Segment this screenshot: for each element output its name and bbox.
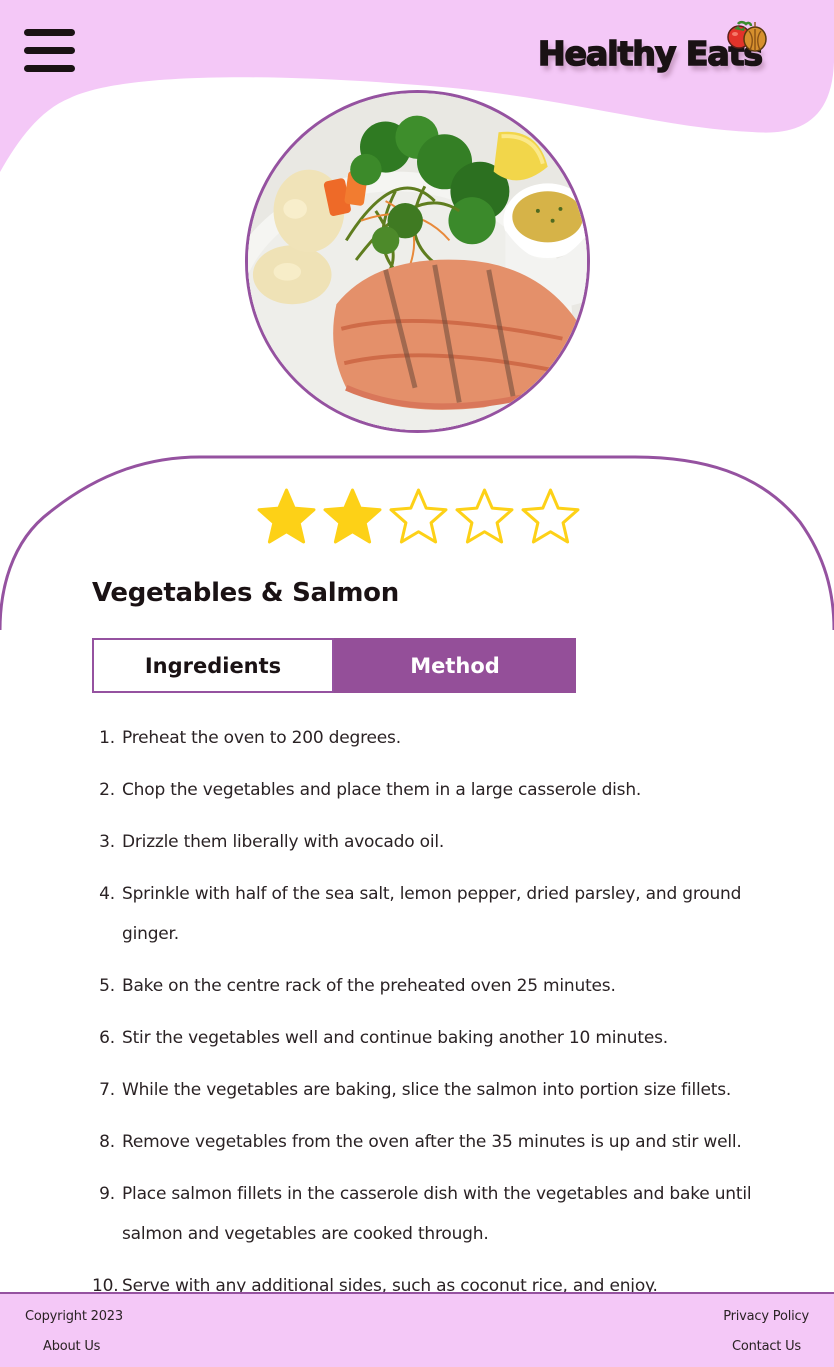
step-text: Bake on the centre rack of the preheated… (122, 976, 616, 996)
method-step: 7. While the vegetables are baking, slic… (92, 1070, 792, 1110)
step-text: While the vegetables are baking, slice t… (122, 1080, 732, 1100)
step-number: 4. (99, 884, 115, 904)
star-filled-icon[interactable] (256, 487, 317, 546)
step-text: Stir the vegetables well and continue ba… (122, 1028, 668, 1048)
star-filled-icon[interactable] (322, 487, 383, 546)
star-empty-icon[interactable] (388, 487, 449, 546)
star-empty-icon[interactable] (454, 487, 515, 546)
step-number: 2. (99, 780, 115, 800)
method-step: 5. Bake on the centre rack of the prehea… (92, 966, 792, 1006)
tab-method[interactable]: Method (334, 638, 576, 693)
step-text: Drizzle them liberally with avocado oil. (122, 832, 445, 852)
vegetables-icon (727, 20, 767, 52)
step-text: Chop the vegetables and place them in a … (122, 780, 642, 800)
step-number: 5. (99, 976, 115, 996)
step-text: Remove vegetables from the oven after th… (122, 1132, 742, 1152)
step-number: 3. (99, 832, 115, 852)
recipe-title: Vegetables & Salmon (92, 578, 399, 608)
copyright-text: Copyright 2023 (25, 1309, 123, 1324)
method-step: 6. Stir the vegetables well and continue… (92, 1018, 792, 1058)
privacy-policy-link[interactable]: Privacy Policy (723, 1309, 809, 1324)
recipe-tabs: Ingredients Method (92, 638, 576, 693)
method-step: 4. Sprinkle with half of the sea salt, l… (92, 874, 792, 954)
step-text: Preheat the oven to 200 degrees. (122, 728, 401, 748)
about-us-link[interactable]: About Us (43, 1339, 100, 1354)
method-step: 8. Remove vegetables from the oven after… (92, 1122, 792, 1162)
step-text: Place salmon fillets in the casserole di… (122, 1184, 752, 1244)
tab-ingredients[interactable]: Ingredients (92, 638, 334, 693)
method-steps-list: 1. Preheat the oven to 200 degrees. 2. C… (92, 718, 792, 1318)
brand-logo[interactable]: Healthy Eats (537, 20, 778, 80)
step-number: 7. (99, 1080, 115, 1100)
site-footer: Copyright 2023 About Us Privacy Policy C… (0, 1292, 834, 1367)
salmon-dish-photo (245, 90, 590, 433)
method-step: 3. Drizzle them liberally with avocado o… (92, 822, 792, 862)
star-empty-icon[interactable] (520, 487, 581, 546)
step-number: 9. (99, 1184, 115, 1204)
hamburger-menu-icon[interactable] (24, 29, 76, 73)
method-step: 1. Preheat the oven to 200 degrees. (92, 718, 792, 758)
step-number: 8. (99, 1132, 115, 1152)
menu-bar (24, 65, 75, 72)
step-text: Sprinkle with half of the sea salt, lemo… (122, 884, 742, 944)
step-number: 6. (99, 1028, 115, 1048)
menu-bar (24, 47, 75, 54)
menu-bar (24, 29, 75, 36)
method-step: 2. Chop the vegetables and place them in… (92, 770, 792, 810)
contact-us-link[interactable]: Contact Us (732, 1339, 801, 1354)
step-number: 1. (99, 728, 115, 748)
method-step: 9. Place salmon fillets in the casserole… (92, 1174, 792, 1254)
star-rating[interactable] (256, 487, 582, 547)
